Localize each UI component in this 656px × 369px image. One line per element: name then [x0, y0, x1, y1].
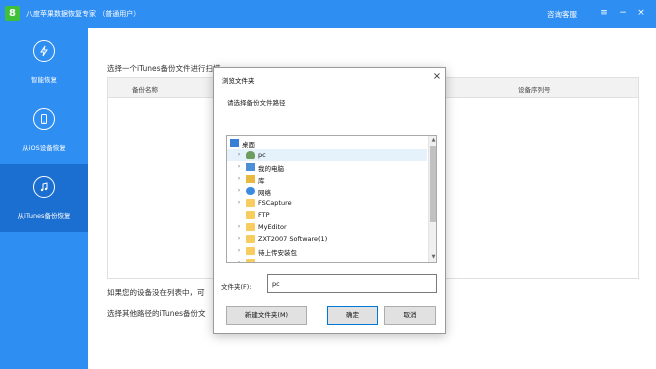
app-logo: 8	[5, 6, 20, 21]
tree-item-myeditor[interactable]: › MyEditor	[227, 221, 427, 233]
sidebar-item-label: 从iOS设备恢复	[22, 144, 66, 152]
tree-item-pc[interactable]: › pc	[227, 149, 427, 161]
support-link[interactable]: 咨询客服	[547, 9, 577, 20]
tree-scrollbar[interactable]: ▲ ▼	[428, 136, 436, 262]
library-icon	[246, 175, 255, 183]
device-not-listed-hint: 如果您的设备没在列表中，可	[107, 288, 205, 297]
user-icon	[246, 151, 255, 159]
folder-icon	[246, 223, 255, 231]
desktop-icon	[230, 139, 239, 147]
folder-icon	[246, 247, 255, 255]
expand-chevron-icon[interactable]: ›	[235, 246, 243, 254]
folder-icon	[246, 259, 255, 262]
tree-item-ftp[interactable]: FTP	[227, 209, 427, 221]
phone-icon	[33, 108, 55, 130]
dialog-prompt: 请选择备份文件路径	[227, 99, 286, 107]
expand-chevron-icon[interactable]: ›	[235, 198, 243, 206]
scroll-down-icon[interactable]: ▼	[429, 253, 436, 262]
dialog-close-icon[interactable]: ×	[431, 71, 443, 83]
expand-chevron-icon[interactable]: ›	[235, 258, 243, 262]
tree-item-zxt2007[interactable]: › ZXT2007 Software(1)	[227, 233, 427, 245]
expand-chevron-icon[interactable]: ›	[235, 174, 243, 182]
ok-button[interactable]: 确定	[327, 306, 378, 325]
cancel-button[interactable]: 取消	[384, 306, 436, 325]
tree-item-network[interactable]: › 网络	[227, 185, 427, 197]
folder-icon	[246, 211, 255, 219]
folder-icon	[246, 235, 255, 243]
folder-input[interactable]	[267, 274, 437, 293]
tree-item-fscapture[interactable]: › FSCapture	[227, 197, 427, 209]
tree-item-my-computer[interactable]: › 我的电脑	[227, 161, 427, 173]
expand-chevron-icon[interactable]: ›	[235, 186, 243, 194]
expand-chevron-icon[interactable]: ›	[235, 234, 243, 242]
title-bar: 8 八度苹果数据恢复专家 （普通用户） 咨询客服 ≡ − ×	[0, 0, 656, 28]
tree-item-tools[interactable]: › 工具	[227, 257, 427, 262]
expand-chevron-icon[interactable]: ›	[235, 222, 243, 230]
sidebar-item-smart-recovery[interactable]: 智能恢复	[0, 28, 88, 96]
menu-icon[interactable]: ≡	[598, 7, 610, 19]
sidebar-item-itunes-backup[interactable]: 从iTunes备份恢复	[0, 164, 88, 232]
folder-label: 文件夹(F):	[221, 283, 252, 291]
app-title: 八度苹果数据恢复专家 （普通用户）	[26, 10, 141, 18]
scroll-thumb[interactable]	[430, 146, 436, 222]
close-icon[interactable]: ×	[635, 7, 647, 19]
folder-icon	[246, 199, 255, 207]
column-header-serial-number[interactable]: 设备序列号	[518, 84, 551, 94]
expand-chevron-icon[interactable]: ›	[235, 162, 243, 170]
dialog-title: 浏览文件夹	[222, 77, 255, 85]
column-header-backup-name[interactable]: 备份名称	[132, 84, 158, 94]
computer-icon	[246, 163, 255, 171]
page-heading: 选择一个iTunes备份文件进行扫描	[107, 64, 221, 73]
tree-item-library[interactable]: › 库	[227, 173, 427, 185]
network-icon	[246, 187, 255, 195]
sidebar-item-label: 从iTunes备份恢复	[17, 212, 71, 220]
expand-chevron-icon[interactable]: ›	[235, 150, 243, 158]
smart-recovery-icon	[33, 40, 55, 62]
folder-tree[interactable]: 桌面 › pc › 我的电脑 › 库 › 网络 › FSCapture FTP …	[226, 135, 437, 263]
tree-item-pending-upload[interactable]: › 待上传安装包	[227, 245, 427, 257]
sidebar-item-label: 智能恢复	[31, 76, 57, 84]
tree-item-desktop[interactable]: 桌面	[227, 137, 427, 149]
sidebar: 智能恢复 从iOS设备恢复 从iTunes备份恢复	[0, 28, 88, 369]
minimize-icon[interactable]: −	[617, 7, 629, 19]
music-note-icon	[33, 176, 55, 198]
sidebar-item-ios-device[interactable]: 从iOS设备恢复	[0, 96, 88, 164]
new-folder-button[interactable]: 新建文件夹(M)	[226, 306, 307, 325]
other-path-link[interactable]: 选择其他路径的iTunes备份文	[107, 308, 206, 319]
browse-folder-dialog: 浏览文件夹 × 请选择备份文件路径 桌面 › pc › 我的电脑 › 库 › 网…	[213, 67, 446, 334]
scroll-up-icon[interactable]: ▲	[429, 136, 436, 145]
